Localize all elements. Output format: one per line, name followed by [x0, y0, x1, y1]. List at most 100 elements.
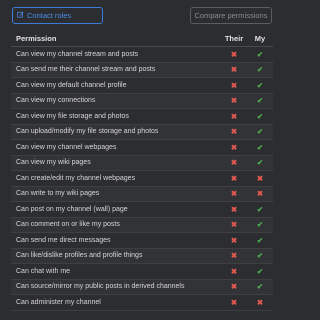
- cross-icon: ✖: [230, 251, 238, 261]
- their-permission-cell: ✖: [221, 205, 247, 214]
- table-row: Can view my connections ✖ ✔: [11, 93, 273, 109]
- header-permission: Permission: [16, 33, 57, 43]
- cross-icon: ✖: [230, 173, 238, 183]
- my-permission-cell: ✔: [247, 251, 273, 260]
- cross-icon: ✖: [230, 189, 238, 199]
- permission-label: Can like/dislike profiles and profile th…: [16, 252, 143, 260]
- cross-icon: ✖: [256, 173, 264, 183]
- table-row: Can view my channel stream and posts ✖ ✔: [11, 47, 273, 63]
- my-permission-cell: ✖: [247, 174, 273, 183]
- cross-icon: ✖: [230, 65, 238, 75]
- table-row: Can comment on or like my posts ✖ ✔: [11, 217, 273, 233]
- table-row: Can upload/modify my file storage and ph…: [11, 124, 273, 140]
- table-row: Can source/mirror my public posts in der…: [11, 279, 273, 295]
- permission-label: Can write to my wiki pages: [16, 190, 100, 198]
- check-icon: ✔: [256, 158, 264, 168]
- pencil-square-icon: [17, 11, 24, 20]
- their-permission-cell: ✖: [221, 220, 247, 229]
- their-permission-cell: ✖: [221, 298, 247, 307]
- their-permission-cell: ✖: [221, 96, 247, 105]
- cross-icon: ✖: [230, 80, 238, 90]
- permission-label: Can view my connections: [16, 97, 96, 105]
- my-permission-cell: ✔: [247, 127, 273, 136]
- table-row: Can view my wiki pages ✖ ✔: [11, 155, 273, 171]
- their-permission-cell: ✖: [221, 158, 247, 167]
- permission-label: Can view my file storage and photos: [16, 112, 129, 120]
- table-row: Can chat with me ✖ ✔: [11, 264, 273, 280]
- table-row: Can create/edit my channel webpages ✖ ✖: [11, 171, 273, 187]
- cross-icon: ✖: [230, 142, 238, 152]
- cross-icon: ✖: [256, 189, 264, 199]
- permission-label: Can source/mirror my public posts in der…: [16, 283, 185, 291]
- toolbar: Contact roles Compare permissions: [0, 0, 284, 28]
- check-icon: ✔: [256, 65, 264, 75]
- header-their: Their: [224, 33, 244, 43]
- permission-label: Can view my default channel profile: [16, 81, 127, 89]
- my-permission-cell: ✔: [247, 143, 273, 152]
- check-icon: ✔: [256, 204, 264, 214]
- their-permission-cell: ✖: [221, 236, 247, 245]
- table-row: Can send me direct messages ✖ ✔: [11, 233, 273, 249]
- permission-label: Can upload/modify my file storage and ph…: [16, 128, 159, 136]
- check-icon: ✔: [256, 235, 264, 245]
- cross-icon: ✖: [230, 158, 238, 168]
- check-icon: ✔: [256, 127, 264, 137]
- cross-icon: ✖: [230, 111, 238, 121]
- check-icon: ✔: [256, 282, 264, 292]
- table-body: Can view my channel stream and posts ✖ ✔ Ca…: [11, 47, 273, 311]
- cross-icon: ✖: [230, 204, 238, 214]
- check-icon: ✔: [256, 142, 264, 152]
- their-permission-cell: ✖: [221, 65, 247, 74]
- check-icon: ✔: [256, 49, 264, 59]
- their-permission-cell: ✖: [221, 127, 247, 136]
- table-row: Can administer my channel ✖ ✖: [11, 295, 273, 311]
- check-icon: ✔: [256, 251, 264, 261]
- table-row: Can send me their channel stream and pos…: [11, 62, 273, 78]
- contact-roles-button[interactable]: Contact roles: [12, 7, 103, 24]
- permission-label: Can send me direct messages: [16, 236, 111, 244]
- permission-label: Can send me their channel stream and pos…: [16, 66, 156, 74]
- compare-permissions-label: Compare permissions: [194, 11, 268, 20]
- their-permission-cell: ✖: [221, 112, 247, 121]
- table-header: Permission Their My: [11, 30, 273, 47]
- my-permission-cell: ✔: [247, 282, 273, 291]
- header-my: My: [254, 33, 266, 43]
- cross-icon: ✖: [230, 127, 238, 137]
- my-permission-cell: ✖: [247, 298, 273, 307]
- table-row: Can view my channel webpages ✖ ✔: [11, 140, 273, 156]
- compare-permissions-button[interactable]: Compare permissions: [190, 7, 272, 24]
- my-permission-cell: ✔: [247, 220, 273, 229]
- permission-label: Can view my wiki pages: [16, 159, 91, 167]
- check-icon: ✔: [256, 96, 264, 106]
- their-permission-cell: ✖: [221, 267, 247, 276]
- my-permission-cell: ✔: [247, 65, 273, 74]
- cross-icon: ✖: [230, 96, 238, 106]
- their-permission-cell: ✖: [221, 251, 247, 260]
- my-permission-cell: ✔: [247, 236, 273, 245]
- cross-icon: ✖: [230, 282, 238, 292]
- cross-icon: ✖: [256, 297, 264, 307]
- their-permission-cell: ✖: [221, 143, 247, 152]
- check-icon: ✔: [256, 111, 264, 121]
- cross-icon: ✖: [230, 297, 238, 307]
- my-permission-cell: ✔: [247, 96, 273, 105]
- cross-icon: ✖: [230, 235, 238, 245]
- their-permission-cell: ✖: [221, 189, 247, 198]
- permission-label: Can chat with me: [16, 267, 71, 275]
- permission-label: Can administer my channel: [16, 298, 101, 306]
- table-row: Can like/dislike profiles and profile th…: [11, 248, 273, 264]
- check-icon: ✔: [256, 220, 264, 230]
- my-permission-cell: ✔: [247, 50, 273, 59]
- table-row: Can write to my wiki pages ✖ ✖: [11, 186, 273, 202]
- cross-icon: ✖: [230, 49, 238, 59]
- their-permission-cell: ✖: [221, 50, 247, 59]
- check-icon: ✔: [256, 266, 264, 276]
- table-row: Can post on my channel (wall) page ✖ ✔: [11, 202, 273, 218]
- my-permission-cell: ✔: [247, 267, 273, 276]
- my-permission-cell: ✔: [247, 112, 273, 121]
- cross-icon: ✖: [230, 266, 238, 276]
- check-icon: ✔: [256, 80, 264, 90]
- permission-label: Can post on my channel (wall) page: [16, 205, 128, 213]
- their-permission-cell: ✖: [221, 81, 247, 90]
- my-permission-cell: ✖: [247, 189, 273, 198]
